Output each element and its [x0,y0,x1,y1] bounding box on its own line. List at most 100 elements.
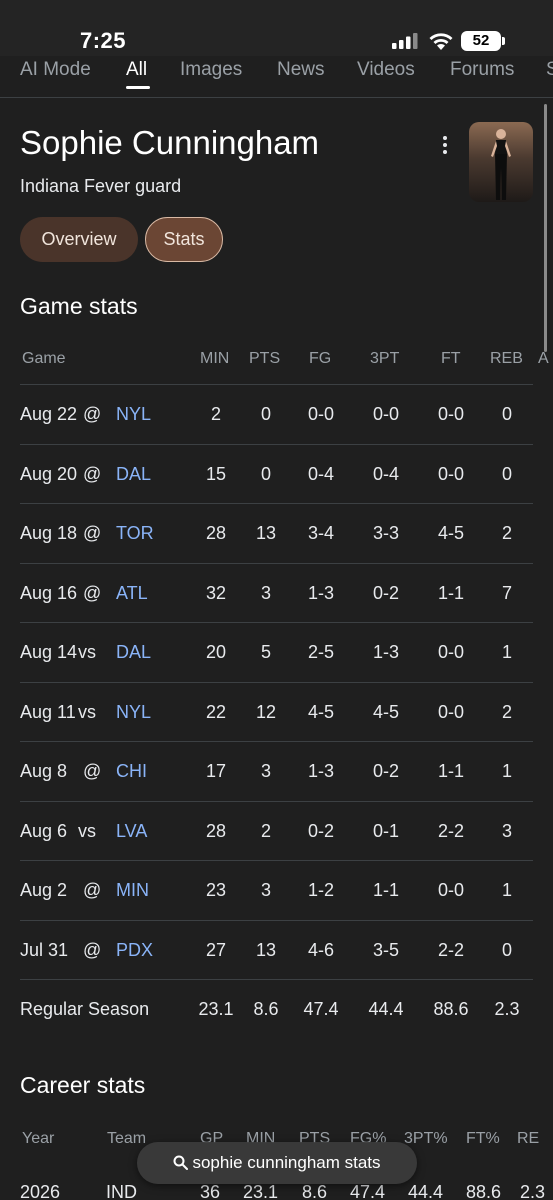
game-row[interactable]: Aug 14 vs DAL 20 5 2-5 1-3 0-0 1 [20,622,533,681]
career-min: 23.1 [243,1182,279,1200]
stat-fg: 1-3 [307,582,334,603]
tab-shopping[interactable]: S [546,59,553,81]
stat-ft: 0-0 [437,463,464,484]
stat-tp: 1-1 [372,880,399,900]
stat-pts: 3 [260,880,271,900]
stat-ft: 1-1 [437,761,464,781]
game-location: @ [83,463,102,484]
col-3pt: 3PT [370,350,400,367]
stat-min: 32 [205,582,227,603]
stat-min: 27 [205,939,227,960]
stat-fg: 1-2 [307,880,334,900]
col-team: Team [107,1130,147,1147]
season-average-row[interactable]: Regular Season 23.1 8.6 47.4 44.4 88.6 2.3 [20,979,533,1038]
opponent-team-link[interactable]: NYL [116,683,151,742]
game-row[interactable]: Aug 18 @ TOR 28 13 3-4 3-3 4-5 2 [20,503,533,562]
stat-fg: 1-3 [307,761,334,781]
stat-min: 22 [205,701,227,722]
stat-reb: 3 [501,820,512,841]
tab-news[interactable]: News [277,59,325,81]
opponent-team-link[interactable]: LVA [116,802,147,861]
search-icon [173,1155,189,1170]
game-row[interactable]: Aug 20 @ DAL 15 0 0-4 0-4 0-0 0 [20,443,533,504]
game-date: Aug 22 [20,404,78,424]
game-date: Aug 2 [20,880,68,900]
stat-pts: 12 [255,701,277,722]
career-team-link[interactable]: IND [106,1182,137,1200]
tab-ai-mode[interactable]: AI Mode [20,59,91,81]
entity-photo[interactable] [469,122,533,202]
opponent-team-link[interactable]: CHI [116,742,147,801]
chip-stats[interactable]: Stats [145,217,223,262]
stat-pts: 8.6 [253,999,279,1019]
stat-min: 28 [205,523,227,543]
stat-tp: 3-3 [372,523,399,543]
entity-subtitle: Indiana Fever guard [20,176,182,196]
scrollbar[interactable] [544,104,547,352]
stat-tp: 44.4 [368,999,404,1019]
stat-fg: 47.4 [303,999,339,1019]
col-reb: RE [517,1130,540,1147]
stat-pts: 5 [260,642,271,662]
game-row[interactable]: Aug 6 vs LVA 28 2 0-2 0-1 2-2 3 [20,800,533,861]
career-gp: 36 [200,1182,221,1200]
stat-pts: 2 [260,820,271,841]
opponent-team-link[interactable]: ATL [116,564,148,623]
tab-forums[interactable]: Forums [450,59,514,81]
tab-active-indicator [126,86,150,89]
chip-overview[interactable]: Overview [20,217,138,262]
stat-fg: 0-4 [307,463,334,484]
game-date: Aug 8 [20,761,68,781]
stat-ft: 88.6 [433,999,469,1019]
stat-tp: 0-0 [372,404,399,424]
opponent-team-link[interactable]: DAL [116,445,151,504]
stat-tp: 3-5 [372,939,399,960]
stat-ft: 2-2 [437,820,464,841]
stat-reb: 1 [501,642,512,662]
more-options-icon[interactable] [437,134,453,156]
wifi-icon [429,33,453,50]
game-location: vs [78,820,96,841]
game-row[interactable]: Aug 2 @ MIN 23 3 1-2 1-1 0-0 1 [20,860,533,919]
stat-reb: 2 [501,523,512,543]
stat-ft: 0-0 [437,880,464,900]
stat-tp: 0-2 [372,761,399,781]
stat-tp: 0-2 [372,582,399,603]
stat-fg: 4-6 [307,939,334,960]
game-row[interactable]: Aug 8 @ CHI 17 3 1-3 0-2 1-1 1 [20,741,533,800]
game-row[interactable]: Jul 31 @ PDX 27 13 4-6 3-5 2-2 0 [20,919,533,980]
stat-pts: 3 [260,582,271,603]
season-label: Regular Season [20,999,150,1019]
stat-tp: 1-3 [372,642,399,662]
stat-reb: 2.3 [494,999,520,1019]
search-query-pill[interactable]: sophie cunningham stats [137,1142,417,1184]
stat-ft: 1-1 [437,582,464,603]
game-date: Aug 6 [20,820,68,841]
opponent-team-link[interactable]: TOR [116,504,154,563]
opponent-team-link[interactable]: NYL [116,385,151,444]
tab-videos[interactable]: Videos [357,59,415,81]
col-game: Game [22,350,66,367]
opponent-team-link[interactable]: MIN [116,861,149,920]
col-ft-pct: FT% [466,1130,500,1147]
stat-reb: 1 [501,761,512,781]
tab-all[interactable]: All [126,59,147,81]
battery-indicator: 52 [461,31,501,51]
stat-fg: 0-2 [307,820,334,841]
battery-tip [502,37,505,45]
opponent-team-link[interactable]: DAL [116,623,151,682]
game-row[interactable]: Aug 11 vs NYL 22 12 4-5 4-5 0-0 2 [20,681,533,742]
cellular-signal-icon [392,33,418,49]
game-date: Aug 14 [20,642,78,662]
stat-reb: 7 [501,582,512,603]
career-pts: 8.6 [302,1182,328,1200]
col-min: MIN [200,350,230,367]
game-date: Jul 31 [20,939,69,960]
game-row[interactable]: Aug 22 @ NYL 2 0 0-0 0-0 0-0 0 [20,384,533,443]
col-year: Year [22,1130,55,1147]
game-row[interactable]: Aug 16 @ ATL 32 3 1-3 0-2 1-1 7 [20,562,533,623]
opponent-team-link[interactable]: PDX [116,921,153,980]
stat-ft: 0-0 [437,701,464,722]
tab-images[interactable]: Images [180,59,242,81]
stat-tp: 0-4 [372,463,399,484]
